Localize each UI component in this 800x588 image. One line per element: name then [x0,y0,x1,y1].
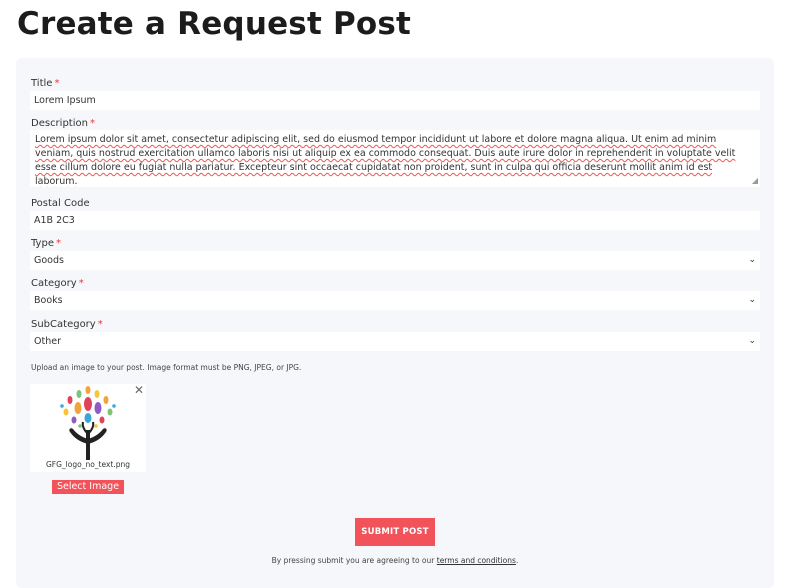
terms-prefix: By pressing submit you are agreeing to o… [271,556,437,565]
terms-suffix: . [515,556,519,565]
subcategory-label: SubCategory * [31,319,103,330]
required-mark: * [89,118,95,129]
required-mark: * [97,319,103,330]
upload-hint: Upload an image to your post. Image form… [31,363,302,372]
required-mark: * [55,238,61,249]
description-text: Lorem ipsum dolor sit amet, consectetur … [35,134,736,187]
subcategory-select[interactable]: Other ⌄ [30,332,760,351]
chevron-down-icon: ⌄ [748,295,756,305]
required-mark: * [78,278,84,289]
title-input[interactable]: Lorem Ipsum [30,91,760,110]
page-title: Create a Request Post [17,6,412,42]
postal-code-input[interactable]: A1B 2C3 [30,211,760,230]
tree-hands-logo [60,386,116,460]
type-label: Type * [31,238,61,249]
description-textarea[interactable]: Lorem ipsum dolor sit amet, consectetur … [30,130,760,187]
chevron-down-icon: ⌄ [748,255,756,265]
category-select[interactable]: Books ⌄ [30,291,760,310]
required-mark: * [54,78,60,89]
chevron-down-icon: ⌄ [748,336,756,346]
terms-link[interactable]: terms and conditions [437,556,516,565]
type-select-value: Goods [34,255,64,266]
terms-notice: By pressing submit you are agreeing to o… [16,556,774,565]
request-form: Title * Lorem Ipsum Description * Lorem ip… [16,58,774,588]
subcategory-select-value: Other [34,336,61,347]
title-label: Title * [31,78,60,89]
description-label: Description * [31,118,95,129]
select-image-button[interactable]: Select Image [52,480,124,494]
close-icon[interactable]: ✕ [134,383,144,397]
image-filename: GFG_logo_no_text.png [45,460,130,469]
image-preview: ✕ GFG_logo_no_text.png [30,383,146,472]
postal-code-label: Postal Code [31,198,90,209]
resize-grip-icon[interactable]: ◢ [752,177,758,185]
type-select[interactable]: Goods ⌄ [30,251,760,270]
category-label: Category * [31,278,84,289]
submit-post-button[interactable]: SUBMIT POST [355,518,435,546]
category-select-value: Books [34,295,63,306]
